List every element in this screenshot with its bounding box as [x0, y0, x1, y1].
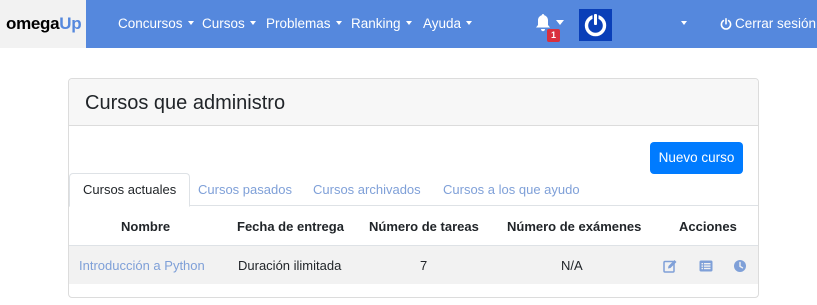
column-header-fecha: Fecha de entrega: [237, 219, 344, 234]
nav-concursos[interactable]: Concursos: [118, 16, 194, 31]
nav-ayuda[interactable]: Ayuda: [423, 16, 473, 31]
tab-cursos-ayudo[interactable]: Cursos a los que ayudo: [430, 173, 593, 206]
nav-concursos-label: Concursos: [118, 16, 183, 31]
column-header-nombre: Nombre: [121, 219, 171, 234]
chevron-down-icon: [335, 21, 342, 26]
page-title: Cursos que administro: [85, 92, 286, 114]
logo-prefix: omega: [6, 14, 60, 33]
courses-card: Cursos que administro Nuevo curso Cursos…: [68, 78, 759, 298]
omegaup-logo[interactable]: omegaUp: [6, 14, 82, 34]
edit-icon[interactable]: [663, 259, 677, 273]
top-navbar: omegaUp Concursos Cursos Problemas Ranki…: [0, 0, 817, 48]
course-exam-count: N/A: [561, 258, 583, 273]
nav-cursos-label: Cursos: [202, 16, 245, 31]
user-menu-chevron-down-icon[interactable]: [681, 21, 687, 25]
course-tabs: Cursos actuales Cursos pasados Cursos ar…: [69, 173, 758, 207]
power-logo-icon: [584, 14, 607, 37]
nav-ayuda-label: Ayuda: [423, 16, 462, 31]
nav-ranking[interactable]: Ranking: [351, 16, 412, 31]
avatar[interactable]: [579, 9, 612, 41]
chevron-down-icon: [187, 21, 194, 26]
notifications-chevron-down-icon[interactable]: [556, 20, 564, 25]
column-header-tareas: Número de tareas: [369, 219, 479, 234]
course-name-link[interactable]: Introducción a Python: [79, 258, 205, 273]
tab-cursos-pasados[interactable]: Cursos pasados: [185, 173, 305, 206]
nav-problemas-label: Problemas: [266, 16, 331, 31]
chevron-down-icon: [249, 21, 256, 26]
power-icon: [720, 18, 732, 30]
new-course-button[interactable]: Nuevo curso: [650, 142, 743, 174]
card-header: Cursos que administro: [69, 79, 758, 126]
column-header-examenes: Número de exámenes: [507, 219, 642, 234]
nav-ranking-label: Ranking: [351, 16, 401, 31]
nav-problemas[interactable]: Problemas: [266, 16, 342, 31]
list-icon[interactable]: [699, 259, 713, 273]
tab-cursos-actuales[interactable]: Cursos actuales: [69, 173, 191, 207]
chevron-down-icon: [405, 21, 412, 26]
course-task-count: 7: [420, 258, 428, 273]
chevron-down-icon: [466, 21, 473, 26]
logout-label: Cerrar sesión: [735, 16, 817, 31]
clock-icon[interactable]: [733, 259, 747, 273]
column-header-acciones: Acciones: [679, 219, 737, 234]
course-due-date: Duración ilimitada: [238, 258, 342, 273]
nav-cursos[interactable]: Cursos: [202, 16, 256, 31]
logo-suffix: Up: [59, 14, 82, 33]
logo-container[interactable]: omegaUp: [0, 0, 86, 48]
logout-link[interactable]: Cerrar sesión: [720, 16, 816, 31]
notification-badge: 1: [547, 29, 560, 42]
tab-cursos-archivados[interactable]: Cursos archivados: [300, 173, 434, 206]
